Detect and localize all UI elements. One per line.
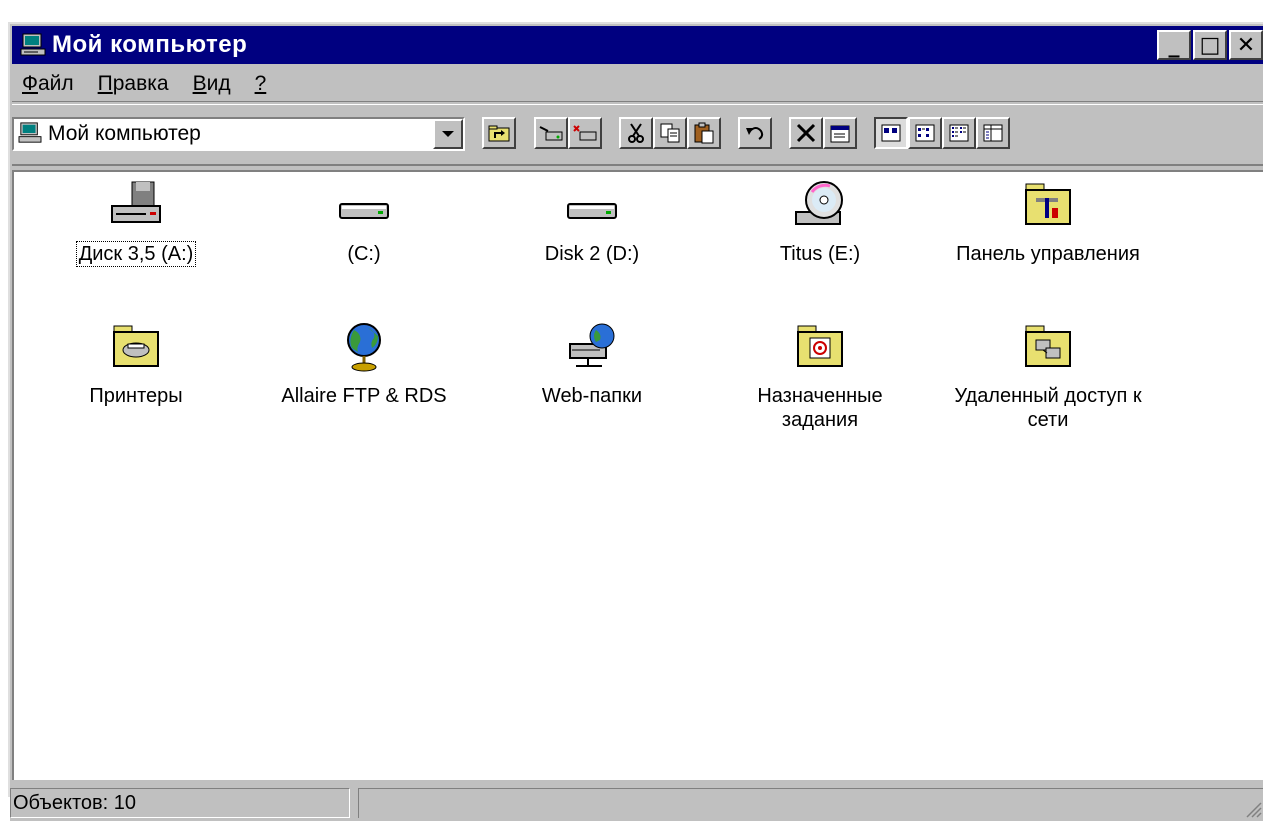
my-computer-icon — [18, 30, 48, 60]
item-label: Web-папки — [541, 385, 643, 407]
disconnect-drive-icon — [573, 125, 597, 141]
list-item[interactable]: Titus (E:) — [720, 178, 920, 266]
web-folders-icon — [569, 323, 615, 367]
up-folder-icon — [488, 125, 510, 142]
dropdown-arrow-button[interactable] — [433, 119, 463, 149]
dial-up-networking-icon — [1025, 325, 1071, 367]
minimize-icon: _ — [1168, 32, 1180, 58]
hard-drive-icon — [339, 203, 389, 219]
map-drive-icon — [539, 126, 563, 141]
paste-button[interactable] — [687, 117, 721, 149]
list-icon — [949, 124, 969, 142]
minimize-button[interactable]: _ — [1157, 30, 1191, 60]
properties-icon — [830, 125, 850, 143]
menu-file[interactable]: Файл — [22, 72, 74, 96]
cut-button[interactable] — [619, 117, 653, 149]
details-button[interactable] — [976, 117, 1010, 149]
status-object-count: Объектов: 10 — [10, 788, 350, 818]
maximize-icon: □ — [1199, 32, 1221, 58]
maximize-button[interactable]: □ — [1193, 30, 1227, 60]
file-view[interactable]: Диск 3,5 (А:) (C:) Disk 2 (D:) Titus (E:… — [12, 170, 1263, 780]
title-bar[interactable]: Мой компьютер _ □ ✕ — [12, 26, 1263, 64]
menu-bar: Файл Правка Вид ? — [12, 66, 1263, 102]
small-icons-icon — [915, 124, 935, 142]
item-label: Принтеры — [89, 385, 183, 407]
status-pane — [358, 788, 1263, 818]
list-item[interactable]: Web-папки — [492, 320, 692, 408]
address-combobox[interactable]: Мой компьютер — [12, 117, 465, 151]
list-item[interactable]: Диск 3,5 (А:) — [36, 178, 236, 267]
close-icon: ✕ — [1236, 32, 1256, 58]
globe-icon — [347, 323, 381, 372]
item-label: Диск 3,5 (А:) — [75, 241, 197, 267]
item-label: Панель управления — [956, 243, 1140, 265]
list-item[interactable]: Disk 2 (D:) — [492, 178, 692, 266]
copy-icon — [660, 123, 680, 143]
explorer-window: Мой компьютер _ □ ✕ Файл Правка Вид ? Мо… — [8, 22, 1263, 821]
control-panel-icon — [1025, 183, 1071, 225]
list-item[interactable]: Принтеры — [36, 320, 236, 408]
item-label: Назначенные задания — [757, 385, 883, 431]
list-item[interactable]: (C:) — [264, 178, 464, 266]
cut-icon — [628, 123, 644, 143]
paste-icon — [694, 122, 714, 144]
undo-icon — [746, 127, 764, 140]
menu-edit[interactable]: Правка — [98, 72, 169, 96]
status-bar: Объектов: 10 — [10, 784, 1263, 821]
map-drive-button[interactable] — [534, 117, 568, 149]
undo-button[interactable] — [738, 117, 772, 149]
resize-grip-icon[interactable] — [1243, 799, 1263, 819]
window-title: Мой компьютер — [52, 31, 248, 58]
details-icon — [983, 124, 1003, 142]
delete-button[interactable] — [789, 117, 823, 149]
delete-icon — [796, 123, 816, 143]
list-item[interactable]: Allaire FTP & RDS — [264, 320, 464, 408]
toolbar: Мой компьютер — [12, 104, 1263, 166]
small-icons-button[interactable] — [908, 117, 942, 149]
large-icons-icon — [881, 124, 901, 142]
menu-help[interactable]: ? — [255, 72, 267, 96]
menu-view[interactable]: Вид — [193, 72, 231, 96]
floppy-drive-icon — [111, 181, 161, 223]
item-label: Allaire FTP & RDS — [281, 385, 447, 407]
large-icons-button[interactable] — [874, 117, 908, 149]
list-item[interactable]: Назначенные задания — [720, 320, 920, 432]
item-label: Titus (E:) — [779, 243, 861, 265]
scheduled-tasks-icon — [797, 325, 843, 367]
cd-drive-icon — [795, 181, 843, 225]
address-value: Мой компьютер — [48, 122, 201, 145]
disconnect-drive-button[interactable] — [568, 117, 602, 149]
hard-drive-icon — [567, 203, 617, 219]
properties-button[interactable] — [823, 117, 857, 149]
item-label: Удаленный доступ к сети — [954, 385, 1142, 431]
item-label: Disk 2 (D:) — [544, 243, 640, 265]
chevron-down-icon — [442, 131, 454, 137]
up-folder-button[interactable] — [482, 117, 516, 149]
list-button[interactable] — [942, 117, 976, 149]
item-label: (C:) — [347, 243, 381, 265]
list-item[interactable]: Удаленный доступ к сети — [948, 320, 1148, 432]
list-item[interactable]: Панель управления — [948, 178, 1148, 266]
close-button[interactable]: ✕ — [1229, 30, 1263, 60]
my-computer-icon — [18, 122, 44, 146]
printers-folder-icon — [113, 325, 159, 367]
copy-button[interactable] — [653, 117, 687, 149]
